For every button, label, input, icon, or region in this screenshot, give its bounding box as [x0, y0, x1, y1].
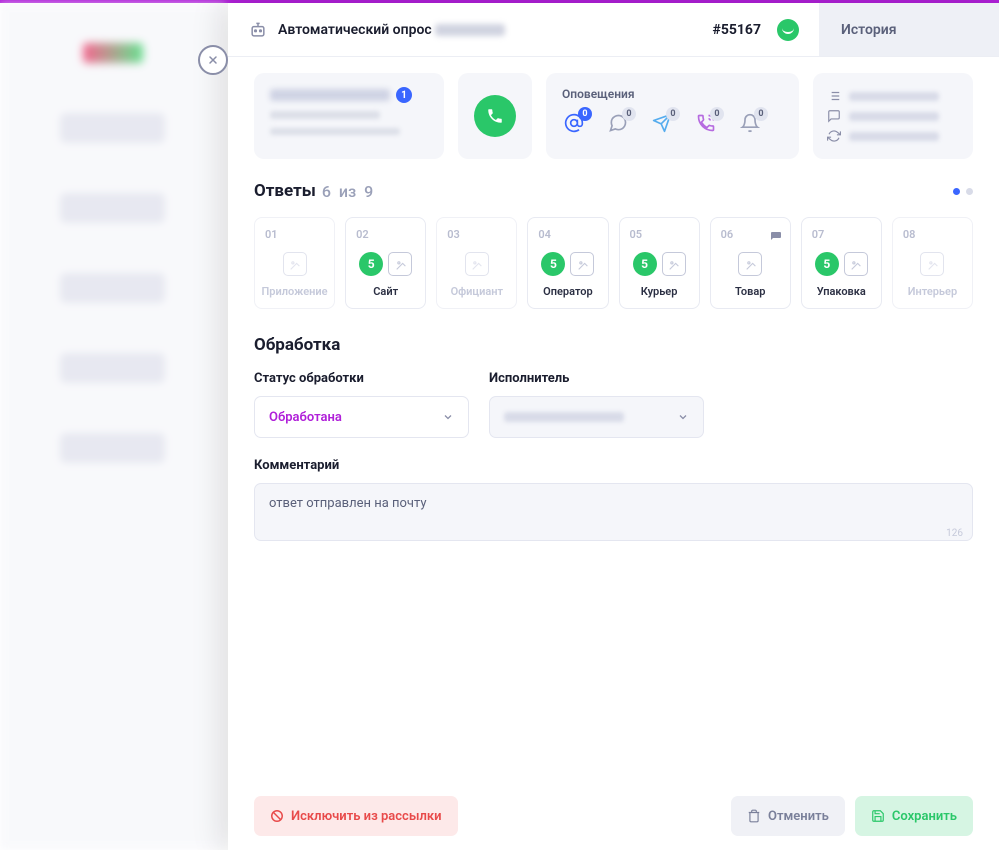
- notifications-title: Оповещения: [562, 87, 783, 101]
- customer-name: [270, 89, 390, 101]
- customer-badge: 1: [396, 87, 412, 103]
- email-channel-icon[interactable]: 0: [562, 111, 586, 135]
- image-placeholder-icon: [388, 252, 412, 276]
- answer-number: 07: [808, 228, 875, 241]
- answer-number: 02: [352, 228, 419, 241]
- answer-card[interactable]: 08 Интерьер: [892, 217, 973, 309]
- notifications-card: Оповещения 00000: [546, 73, 799, 159]
- assignee-select[interactable]: [489, 396, 704, 438]
- answer-label: Упаковка: [808, 285, 875, 298]
- assignee-label: Исполнитель: [489, 371, 704, 386]
- answer-label: Оператор: [534, 285, 601, 298]
- comment-label: Комментарий: [254, 458, 973, 473]
- processing-heading: Обработка: [254, 335, 973, 355]
- answer-score: 5: [815, 252, 839, 276]
- answer-card[interactable]: 06Товар: [710, 217, 791, 309]
- telegram-channel-icon[interactable]: 0: [650, 111, 674, 135]
- ticket-id: #55167: [713, 22, 761, 38]
- background-app: [0, 3, 225, 850]
- answer-number: 03: [443, 228, 510, 241]
- answer-score: 5: [359, 252, 383, 276]
- robot-icon: [248, 20, 268, 40]
- answer-number: 08: [899, 228, 966, 241]
- cancel-button[interactable]: Отменить: [731, 796, 845, 836]
- answer-card[interactable]: 02 5 Сайт: [345, 217, 426, 309]
- customer-phone: [270, 111, 380, 119]
- comment-icon: [827, 109, 841, 123]
- answer-score: 5: [633, 252, 657, 276]
- sms-channel-icon[interactable]: 0: [606, 111, 630, 135]
- answer-label: Товар: [717, 285, 784, 298]
- call-button[interactable]: [474, 95, 516, 137]
- answer-number: 04: [534, 228, 601, 241]
- answer-card[interactable]: 01 Приложение: [254, 217, 335, 309]
- panel-header: Автоматический опрос #55167 История: [228, 3, 999, 57]
- exclude-button[interactable]: Исключить из рассылки: [254, 796, 458, 836]
- save-icon: [871, 809, 885, 823]
- answer-score: 5: [541, 252, 565, 276]
- panel-footer: Исключить из рассылки Отменить Сохранить: [228, 782, 999, 850]
- answer-label: Курьер: [626, 285, 693, 298]
- call-card: [458, 73, 532, 159]
- sentiment-icon: [777, 19, 799, 41]
- customer-meta: [270, 128, 400, 135]
- carousel-dots[interactable]: [953, 188, 973, 195]
- answer-label: Сайт: [352, 285, 419, 298]
- bell-channel-icon[interactable]: 0: [738, 111, 762, 135]
- chevron-down-icon: [677, 411, 689, 423]
- status-label: Статус обработки: [254, 371, 469, 386]
- image-placeholder-icon: [465, 252, 489, 276]
- image-placeholder-icon: [283, 252, 307, 276]
- page-title: Автоматический опрос: [278, 22, 505, 38]
- status-select[interactable]: Обработана: [254, 396, 469, 438]
- customer-card: 1: [254, 73, 444, 159]
- image-placeholder-icon: [570, 252, 594, 276]
- chat-icon: [770, 228, 782, 240]
- answer-label: Приложение: [261, 285, 328, 298]
- detail-panel: Автоматический опрос #55167 История 1: [228, 3, 999, 850]
- trash-icon: [747, 809, 761, 823]
- answer-card[interactable]: 05 5 Курьер: [619, 217, 700, 309]
- answer-card[interactable]: 07 5 Упаковка: [801, 217, 882, 309]
- viber-channel-icon[interactable]: 0: [694, 111, 718, 135]
- answers-heading: Ответы 6 из 9: [254, 181, 973, 201]
- tab-history[interactable]: История: [819, 3, 999, 56]
- meta-card: [813, 73, 973, 159]
- answer-label: Официант: [443, 285, 510, 298]
- ban-icon: [270, 809, 284, 823]
- answer-card[interactable]: 03 Официант: [436, 217, 517, 309]
- notifications-icons: 00000: [562, 111, 783, 135]
- chevron-down-icon: [442, 411, 454, 423]
- image-placeholder-icon: [920, 252, 944, 276]
- image-placeholder-icon: [844, 252, 868, 276]
- close-button[interactable]: [198, 45, 228, 75]
- refresh-icon: [827, 129, 841, 143]
- answer-card[interactable]: 04 5 Оператор: [527, 217, 608, 309]
- comment-textarea[interactable]: [254, 483, 973, 541]
- list-icon: [827, 89, 841, 103]
- answers-row: 01 Приложение 02 5 Сайт 03 Официант 04 5 Оператор…: [254, 217, 973, 309]
- image-placeholder-icon: [738, 252, 762, 276]
- answer-number: 05: [626, 228, 693, 241]
- answer-number: 01: [261, 228, 328, 241]
- char-count: 126: [946, 528, 963, 539]
- save-button[interactable]: Сохранить: [855, 796, 973, 836]
- answer-label: Интерьер: [899, 285, 966, 298]
- image-placeholder-icon: [662, 252, 686, 276]
